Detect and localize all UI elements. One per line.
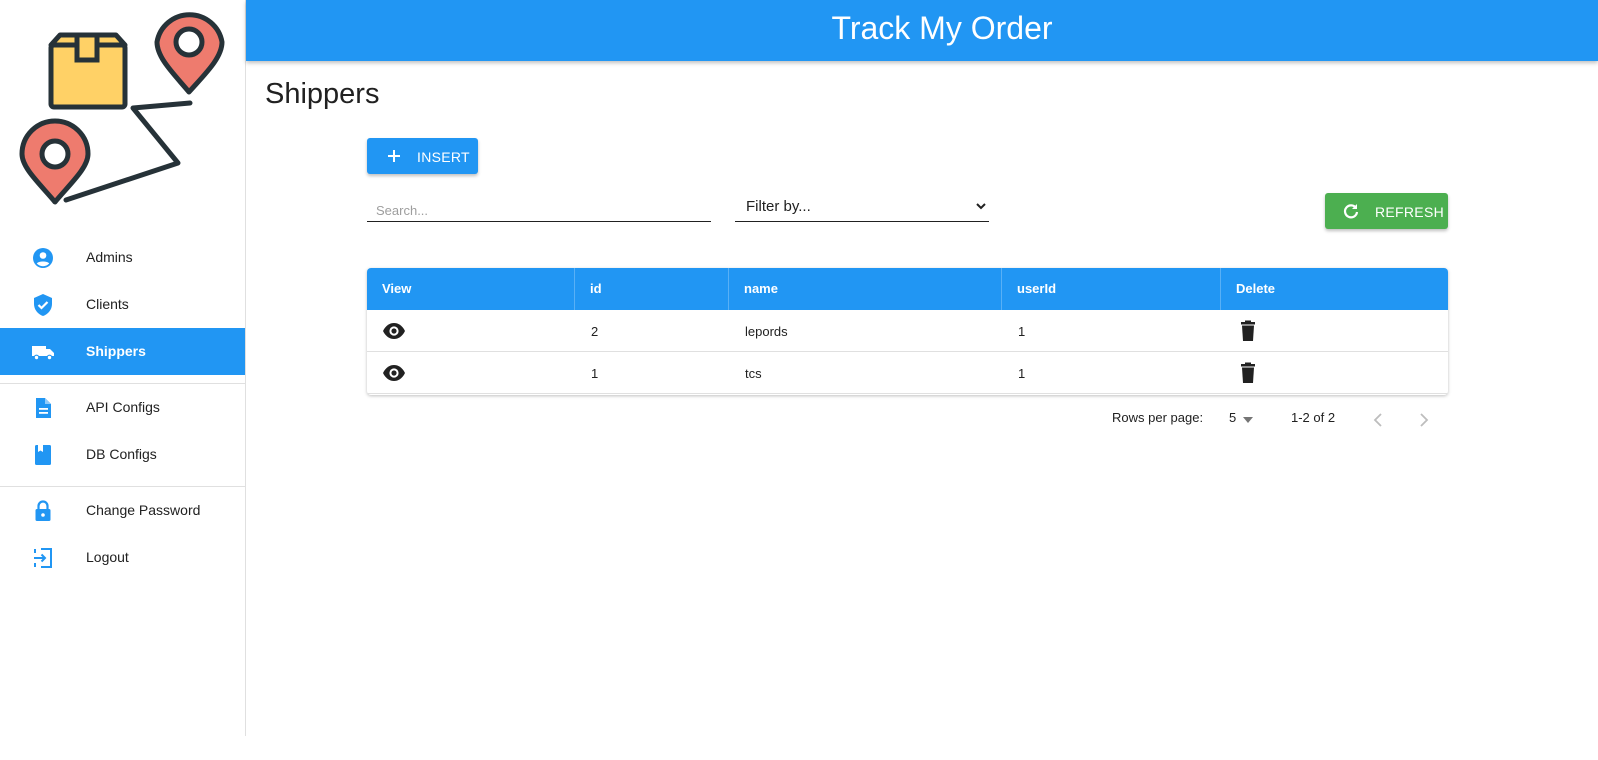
chevron-down-icon — [976, 203, 986, 210]
table-row: 2 lepords 1 — [367, 310, 1448, 352]
rows-per-page-label: Rows per page: — [1112, 410, 1204, 425]
logo-icon — [19, 12, 225, 205]
sidebar: Admins Clients Shippers API Configs DB C… — [0, 0, 246, 736]
app-title: Track My Order — [831, 10, 1053, 46]
cell-name: lepords — [745, 324, 788, 339]
sidebar-item-logout[interactable]: Logout — [0, 534, 245, 581]
caret-down-icon[interactable] — [1243, 417, 1253, 423]
document-icon — [36, 398, 51, 418]
trash-icon[interactable] — [1236, 362, 1260, 384]
refresh-button-label: REFRESH — [1375, 204, 1444, 220]
lock-icon — [35, 500, 51, 521]
sidebar-item-label: DB Configs — [86, 446, 157, 462]
app-header: Track My Order — [246, 0, 1598, 61]
eye-icon[interactable] — [382, 320, 406, 342]
rows-per-page-select[interactable]: 5 — [1229, 410, 1236, 430]
book-icon — [35, 445, 51, 465]
cell-userid: 1 — [1018, 324, 1026, 339]
search-input[interactable] — [367, 200, 711, 222]
shippers-table: View id name userId Delete 2 lepords 1 1… — [367, 268, 1448, 395]
sidebar-item-shippers[interactable]: Shippers — [0, 328, 245, 375]
sidebar-item-admins[interactable]: Admins — [0, 234, 245, 281]
truck-icon — [32, 346, 54, 361]
verified-shield-icon — [34, 294, 52, 316]
table-row: 1 tcs 1 — [367, 352, 1448, 394]
insert-button-label: INSERT — [417, 149, 470, 165]
trash-icon[interactable] — [1236, 320, 1260, 342]
column-header-delete[interactable]: Delete — [1221, 268, 1448, 310]
cell-name: tcs — [745, 366, 762, 381]
account-circle-icon — [33, 248, 53, 268]
sidebar-item-label: Change Password — [86, 502, 201, 518]
chevron-left-icon[interactable] — [1371, 410, 1385, 430]
refresh-button[interactable]: REFRESH — [1325, 193, 1448, 229]
filter-selected-value: Filter by... — [746, 198, 811, 215]
chevron-right-icon[interactable] — [1417, 410, 1431, 430]
page-title: Shippers — [265, 78, 380, 110]
sidebar-item-label: Shippers — [86, 343, 146, 359]
pagination-range: 1-2 of 2 — [1291, 410, 1336, 425]
sidebar-item-api-configs[interactable]: API Configs — [0, 384, 245, 431]
sidebar-item-label: Admins — [86, 249, 133, 265]
cell-id: 1 — [591, 366, 599, 381]
sidebar-item-clients[interactable]: Clients — [0, 281, 245, 328]
filter-select[interactable]: Filter by... — [735, 192, 989, 222]
insert-button[interactable]: INSERT — [367, 138, 478, 174]
sidebar-item-db-configs[interactable]: DB Configs — [0, 431, 245, 478]
refresh-icon — [1343, 204, 1359, 219]
cell-userid: 1 — [1018, 366, 1026, 381]
cell-id: 2 — [591, 324, 599, 339]
column-header-userid[interactable]: userId — [1002, 268, 1221, 310]
plus-icon — [388, 150, 400, 162]
eye-icon[interactable] — [382, 362, 406, 384]
sidebar-item-label: Logout — [86, 549, 129, 565]
table-header: View id name userId Delete — [367, 268, 1448, 310]
sidebar-item-label: Clients — [86, 296, 129, 312]
sidebar-item-change-password[interactable]: Change Password — [0, 487, 245, 534]
sidebar-item-label: API Configs — [86, 399, 160, 415]
column-header-name[interactable]: name — [729, 268, 1002, 310]
column-header-id[interactable]: id — [575, 268, 729, 310]
logout-icon — [34, 548, 52, 568]
column-header-view[interactable]: View — [367, 268, 575, 310]
